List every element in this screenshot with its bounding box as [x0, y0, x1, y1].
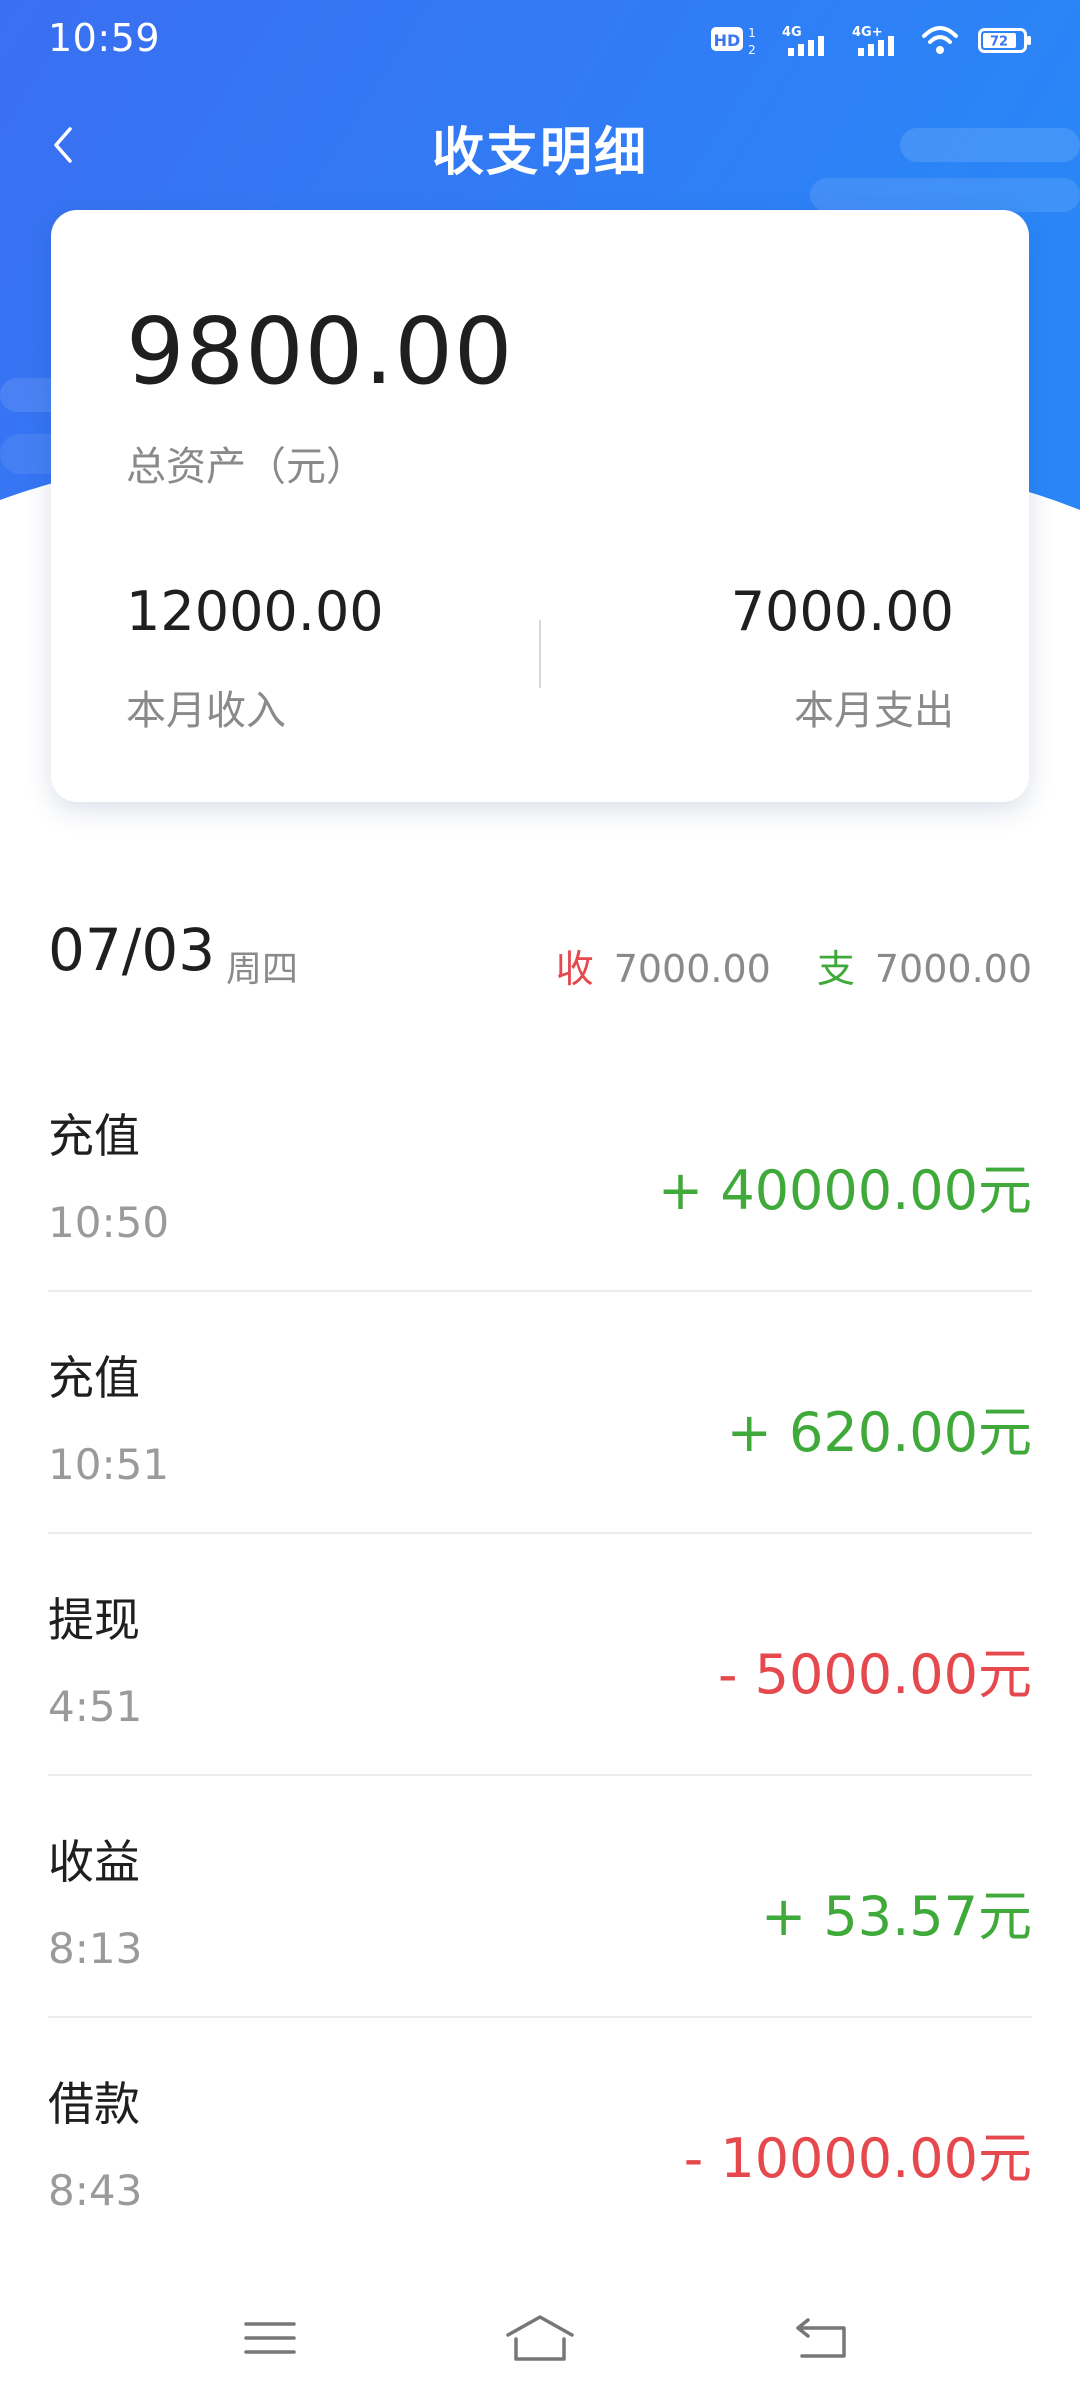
- home-icon: [506, 2315, 574, 2361]
- transaction-time: 4:51: [48, 1682, 143, 1731]
- home-button[interactable]: [500, 2308, 580, 2368]
- transaction-list: 充值 10:50 + 40000.00元 充值 10:51 + 620.00元 …: [48, 1050, 1032, 2260]
- day-expense-tag: 支: [816, 947, 855, 991]
- monthly-expense-amount: 7000.00: [730, 580, 954, 643]
- monthly-income-amount: 12000.00: [126, 580, 384, 643]
- day-expense-value: 7000.00: [874, 947, 1032, 991]
- status-bar: 10:59 HD 1 2 4G 4G+ 72: [0, 0, 1080, 80]
- transaction-time: 8:13: [48, 1924, 143, 1973]
- svg-text:4G: 4G: [782, 25, 802, 40]
- signal-4g-plus-icon: 4G+: [852, 25, 894, 56]
- transaction-time: 8:43: [48, 2166, 143, 2215]
- transaction-name: 收益: [48, 1835, 140, 1889]
- transaction-time: 10:51: [48, 1440, 170, 1489]
- transaction-amount: - 5000.00元: [718, 1643, 1032, 1706]
- back-arrow-icon: [796, 2318, 846, 2358]
- hd-icon: HD 1 2: [711, 26, 756, 57]
- signal-4g-icon: 4G: [782, 25, 824, 56]
- transaction-name: 提现: [48, 1593, 140, 1647]
- asset-summary-card: 9800.00 总资产（元） 12000.00 本月收入 7000.00 本月支…: [51, 210, 1029, 802]
- transaction-amount: + 53.57元: [760, 1885, 1032, 1948]
- day-group-header: 07/03 周四 收 7000.00 支 7000.00: [48, 910, 1032, 1006]
- transaction-row[interactable]: 提现 4:51 - 5000.00元: [48, 1534, 1032, 1776]
- day-date: 07/03: [48, 916, 216, 984]
- transaction-row[interactable]: 借款 8:43 - 10000.00元: [48, 2018, 1032, 2260]
- page-title: 收支明细: [431, 123, 648, 183]
- back-nav-button[interactable]: [784, 2308, 864, 2368]
- svg-text:1: 1: [748, 26, 756, 40]
- menu-icon: [244, 2322, 296, 2354]
- transaction-row[interactable]: 充值 10:50 + 40000.00元: [48, 1050, 1032, 1292]
- svg-text:2: 2: [748, 43, 756, 57]
- transaction-name: 充值: [48, 1109, 140, 1163]
- transaction-row[interactable]: 充值 10:51 + 620.00元: [48, 1292, 1032, 1534]
- status-time: 10:59: [48, 16, 161, 60]
- svg-text:4G+: 4G+: [852, 25, 883, 40]
- transaction-time: 10:50: [48, 1198, 170, 1247]
- battery-icon: 72: [978, 28, 1031, 53]
- day-summary: 收 7000.00 支 7000.00: [556, 938, 1032, 993]
- system-nav-bar: [0, 2290, 1080, 2380]
- battery-level: 72: [990, 35, 1008, 50]
- transaction-amount: + 40000.00元: [657, 1159, 1032, 1222]
- total-assets-amount: 9800.00: [126, 298, 514, 405]
- transaction-amount: - 10000.00元: [683, 2127, 1032, 2190]
- wifi-icon: [922, 26, 958, 54]
- card-divider: [539, 620, 541, 688]
- transaction-amount: + 620.00元: [726, 1401, 1032, 1464]
- monthly-income-label: 本月收入: [126, 688, 286, 734]
- transaction-name: 充值: [48, 1351, 140, 1405]
- total-assets-label: 总资产（元）: [126, 444, 366, 490]
- nav-bar: 收支明细: [0, 96, 1080, 192]
- monthly-expense-label: 本月支出: [794, 688, 954, 734]
- day-weekday: 周四: [226, 949, 299, 990]
- day-income-tag: 收: [555, 947, 594, 991]
- transaction-row[interactable]: 收益 8:13 + 53.57元: [48, 1776, 1032, 2018]
- day-income-value: 7000.00: [613, 947, 771, 991]
- svg-text:HD: HD: [714, 31, 741, 50]
- status-icons: HD 1 2 4G 4G+ 72: [710, 22, 1034, 58]
- transaction-name: 借款: [48, 2077, 140, 2131]
- menu-button[interactable]: [230, 2308, 310, 2368]
